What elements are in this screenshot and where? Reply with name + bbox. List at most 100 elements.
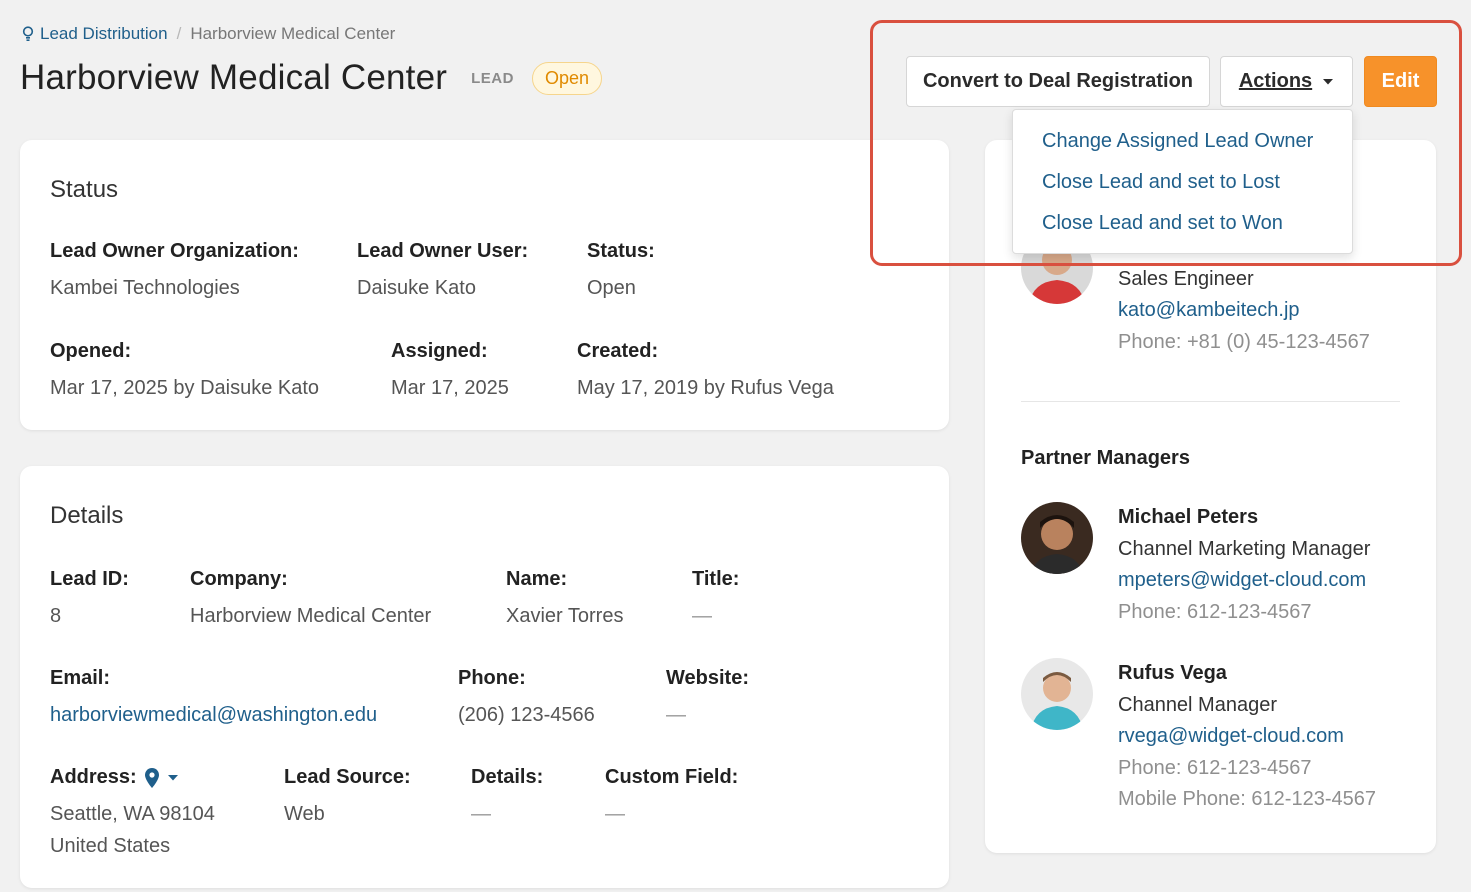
status-card-title: Status <box>50 176 119 203</box>
field-label: Opened: <box>50 340 132 362</box>
contact-email-link[interactable]: mpeters@widget-cloud.com <box>1118 565 1370 597</box>
email-field: Email: harborviewmedical@washington.edu <box>50 667 377 731</box>
contact-email-link[interactable]: kato@kambeitech.jp <box>1118 295 1370 327</box>
breadcrumb: Lead Distribution / Harborview Medical C… <box>22 24 395 44</box>
field-value: 8 <box>50 605 62 627</box>
caret-down-icon <box>1323 78 1334 84</box>
email-link[interactable]: harborviewmedical@washington.edu <box>50 699 377 731</box>
field-value: Mar 17, 2025 <box>391 377 509 399</box>
phone-field: Phone: (206) 123-4566 <box>458 667 595 731</box>
contact-phone: Phone: 612-123-4567 <box>1118 600 1312 623</box>
details-card: Details Lead ID: 8 Company: Harborview M… <box>20 466 949 888</box>
breadcrumb-current: Harborview Medical Center <box>190 24 396 43</box>
status-badge: Open <box>531 61 602 95</box>
field-label: Custom Field: <box>605 766 739 788</box>
name-field: Name: Xavier Torres <box>506 568 623 632</box>
record-type-tag: LEAD <box>471 69 514 87</box>
contact-email-link[interactable]: rvega@widget-cloud.com <box>1118 721 1376 753</box>
address-label-row: Address: <box>50 766 215 789</box>
menu-item-close-lead-lost[interactable]: Close Lead and set to Lost <box>1013 165 1352 206</box>
field-label: Details: <box>471 766 544 788</box>
field-value: Mar 17, 2025 by Daisuke Kato <box>50 377 320 399</box>
breadcrumb-separator: / <box>176 24 182 43</box>
opened-field: Opened: Mar 17, 2025 by Daisuke Kato <box>50 340 319 404</box>
field-label: Company: <box>190 568 288 590</box>
website-field: Website: — <box>666 667 749 731</box>
address-value: Seattle, WA 98104 United States <box>50 798 215 862</box>
field-value: (206) 123-4566 <box>458 704 595 726</box>
field-value: — <box>666 704 686 726</box>
field-label: Email: <box>50 667 111 689</box>
map-pin-icon <box>144 767 159 788</box>
field-label: Lead Source: <box>284 766 411 788</box>
partner-manager-contact: Michael Peters Channel Marketing Manager… <box>1021 502 1370 628</box>
actions-button-label: Actions <box>1238 70 1313 92</box>
field-label: Created: <box>577 340 659 362</box>
contact-info: Michael Peters Channel Marketing Manager… <box>1118 502 1370 628</box>
status-card: Status Lead Owner Organization: Kambei T… <box>20 140 949 430</box>
field-label: Lead Owner User: <box>357 240 529 262</box>
partner-managers-heading: Partner Managers <box>1021 447 1190 469</box>
menu-item-change-assigned-lead-owner[interactable]: Change Assigned Lead Owner <box>1013 124 1352 165</box>
field-label: Title: <box>692 568 740 590</box>
avatar <box>1021 658 1093 730</box>
contact-info: Rufus Vega Channel Manager rvega@widget-… <box>1118 658 1376 816</box>
breadcrumb-root-label: Lead Distribution <box>40 24 168 43</box>
created-field: Created: May 17, 2019 by Rufus Vega <box>577 340 834 404</box>
lead-source-field: Lead Source: Web <box>284 766 411 830</box>
field-label: Lead Owner Organization: <box>50 240 299 262</box>
field-value: Web <box>284 803 325 825</box>
title-field: Title: — <box>692 568 739 632</box>
actions-dropdown-menu: Change Assigned Lead Owner Close Lead an… <box>1012 109 1353 254</box>
address-line-2: United States <box>50 835 171 857</box>
contact-role: Sales Engineer <box>1118 267 1254 290</box>
contact-role: Channel Marketing Manager <box>1118 537 1371 560</box>
lead-id-field: Lead ID: 8 <box>50 568 129 632</box>
field-label: Name: <box>506 568 568 590</box>
details-field: Details: — <box>471 766 543 830</box>
field-label: Phone: <box>458 667 526 689</box>
field-value: — <box>692 605 712 627</box>
lead-owner-user-field: Lead Owner User: Daisuke Kato <box>357 240 528 304</box>
contact-name: Michael Peters <box>1118 506 1259 528</box>
title-row: Harborview Medical Center LEAD Open <box>20 58 602 98</box>
lightbulb-icon <box>22 26 34 41</box>
company-field: Company: Harborview Medical Center <box>190 568 431 632</box>
convert-to-deal-registration-button[interactable]: Convert to Deal Registration <box>906 56 1210 107</box>
contact-mobile-phone: Mobile Phone: 612-123-4567 <box>1118 788 1376 810</box>
assigned-field: Assigned: Mar 17, 2025 <box>391 340 509 404</box>
field-value: Open <box>587 277 636 299</box>
breadcrumb-root-link[interactable]: Lead Distribution <box>22 24 168 44</box>
field-value: Kambei Technologies <box>50 277 240 299</box>
field-value: Harborview Medical Center <box>190 605 432 627</box>
field-value: — <box>471 803 491 825</box>
field-label: Website: <box>666 667 749 689</box>
actions-dropdown-button[interactable]: Actions <box>1220 56 1353 107</box>
partner-manager-contact: Rufus Vega Channel Manager rvega@widget-… <box>1021 658 1376 816</box>
field-value: Daisuke Kato <box>357 277 476 299</box>
custom-field: Custom Field: — <box>605 766 738 830</box>
menu-item-close-lead-won[interactable]: Close Lead and set to Won <box>1013 206 1352 247</box>
contact-phone: Phone: 612-123-4567 <box>1118 756 1312 779</box>
caret-down-icon <box>167 774 178 780</box>
details-card-title: Details <box>50 502 124 529</box>
avatar <box>1021 502 1093 574</box>
field-label: Assigned: <box>391 340 488 362</box>
field-value: — <box>605 803 625 825</box>
status-field: Status: Open <box>587 240 655 304</box>
divider <box>1021 401 1400 402</box>
field-label: Address: <box>50 766 137 788</box>
address-line-1: Seattle, WA 98104 <box>50 803 215 825</box>
contact-name: Rufus Vega <box>1118 662 1227 684</box>
field-label: Lead ID: <box>50 568 129 590</box>
contact-phone: Phone: +81 (0) 45-123-4567 <box>1118 330 1370 353</box>
contact-role: Channel Manager <box>1118 693 1277 716</box>
address-field: Address: Seattle, WA 98104 United States <box>50 766 215 862</box>
edit-button[interactable]: Edit <box>1364 56 1437 107</box>
field-value: May 17, 2019 by Rufus Vega <box>577 377 834 399</box>
field-value: Xavier Torres <box>506 605 624 627</box>
page-title: Harborview Medical Center <box>20 58 448 97</box>
lead-owner-organization-field: Lead Owner Organization: Kambei Technolo… <box>50 240 299 304</box>
address-map-toggle[interactable] <box>144 767 179 788</box>
field-label: Status: <box>587 240 655 262</box>
